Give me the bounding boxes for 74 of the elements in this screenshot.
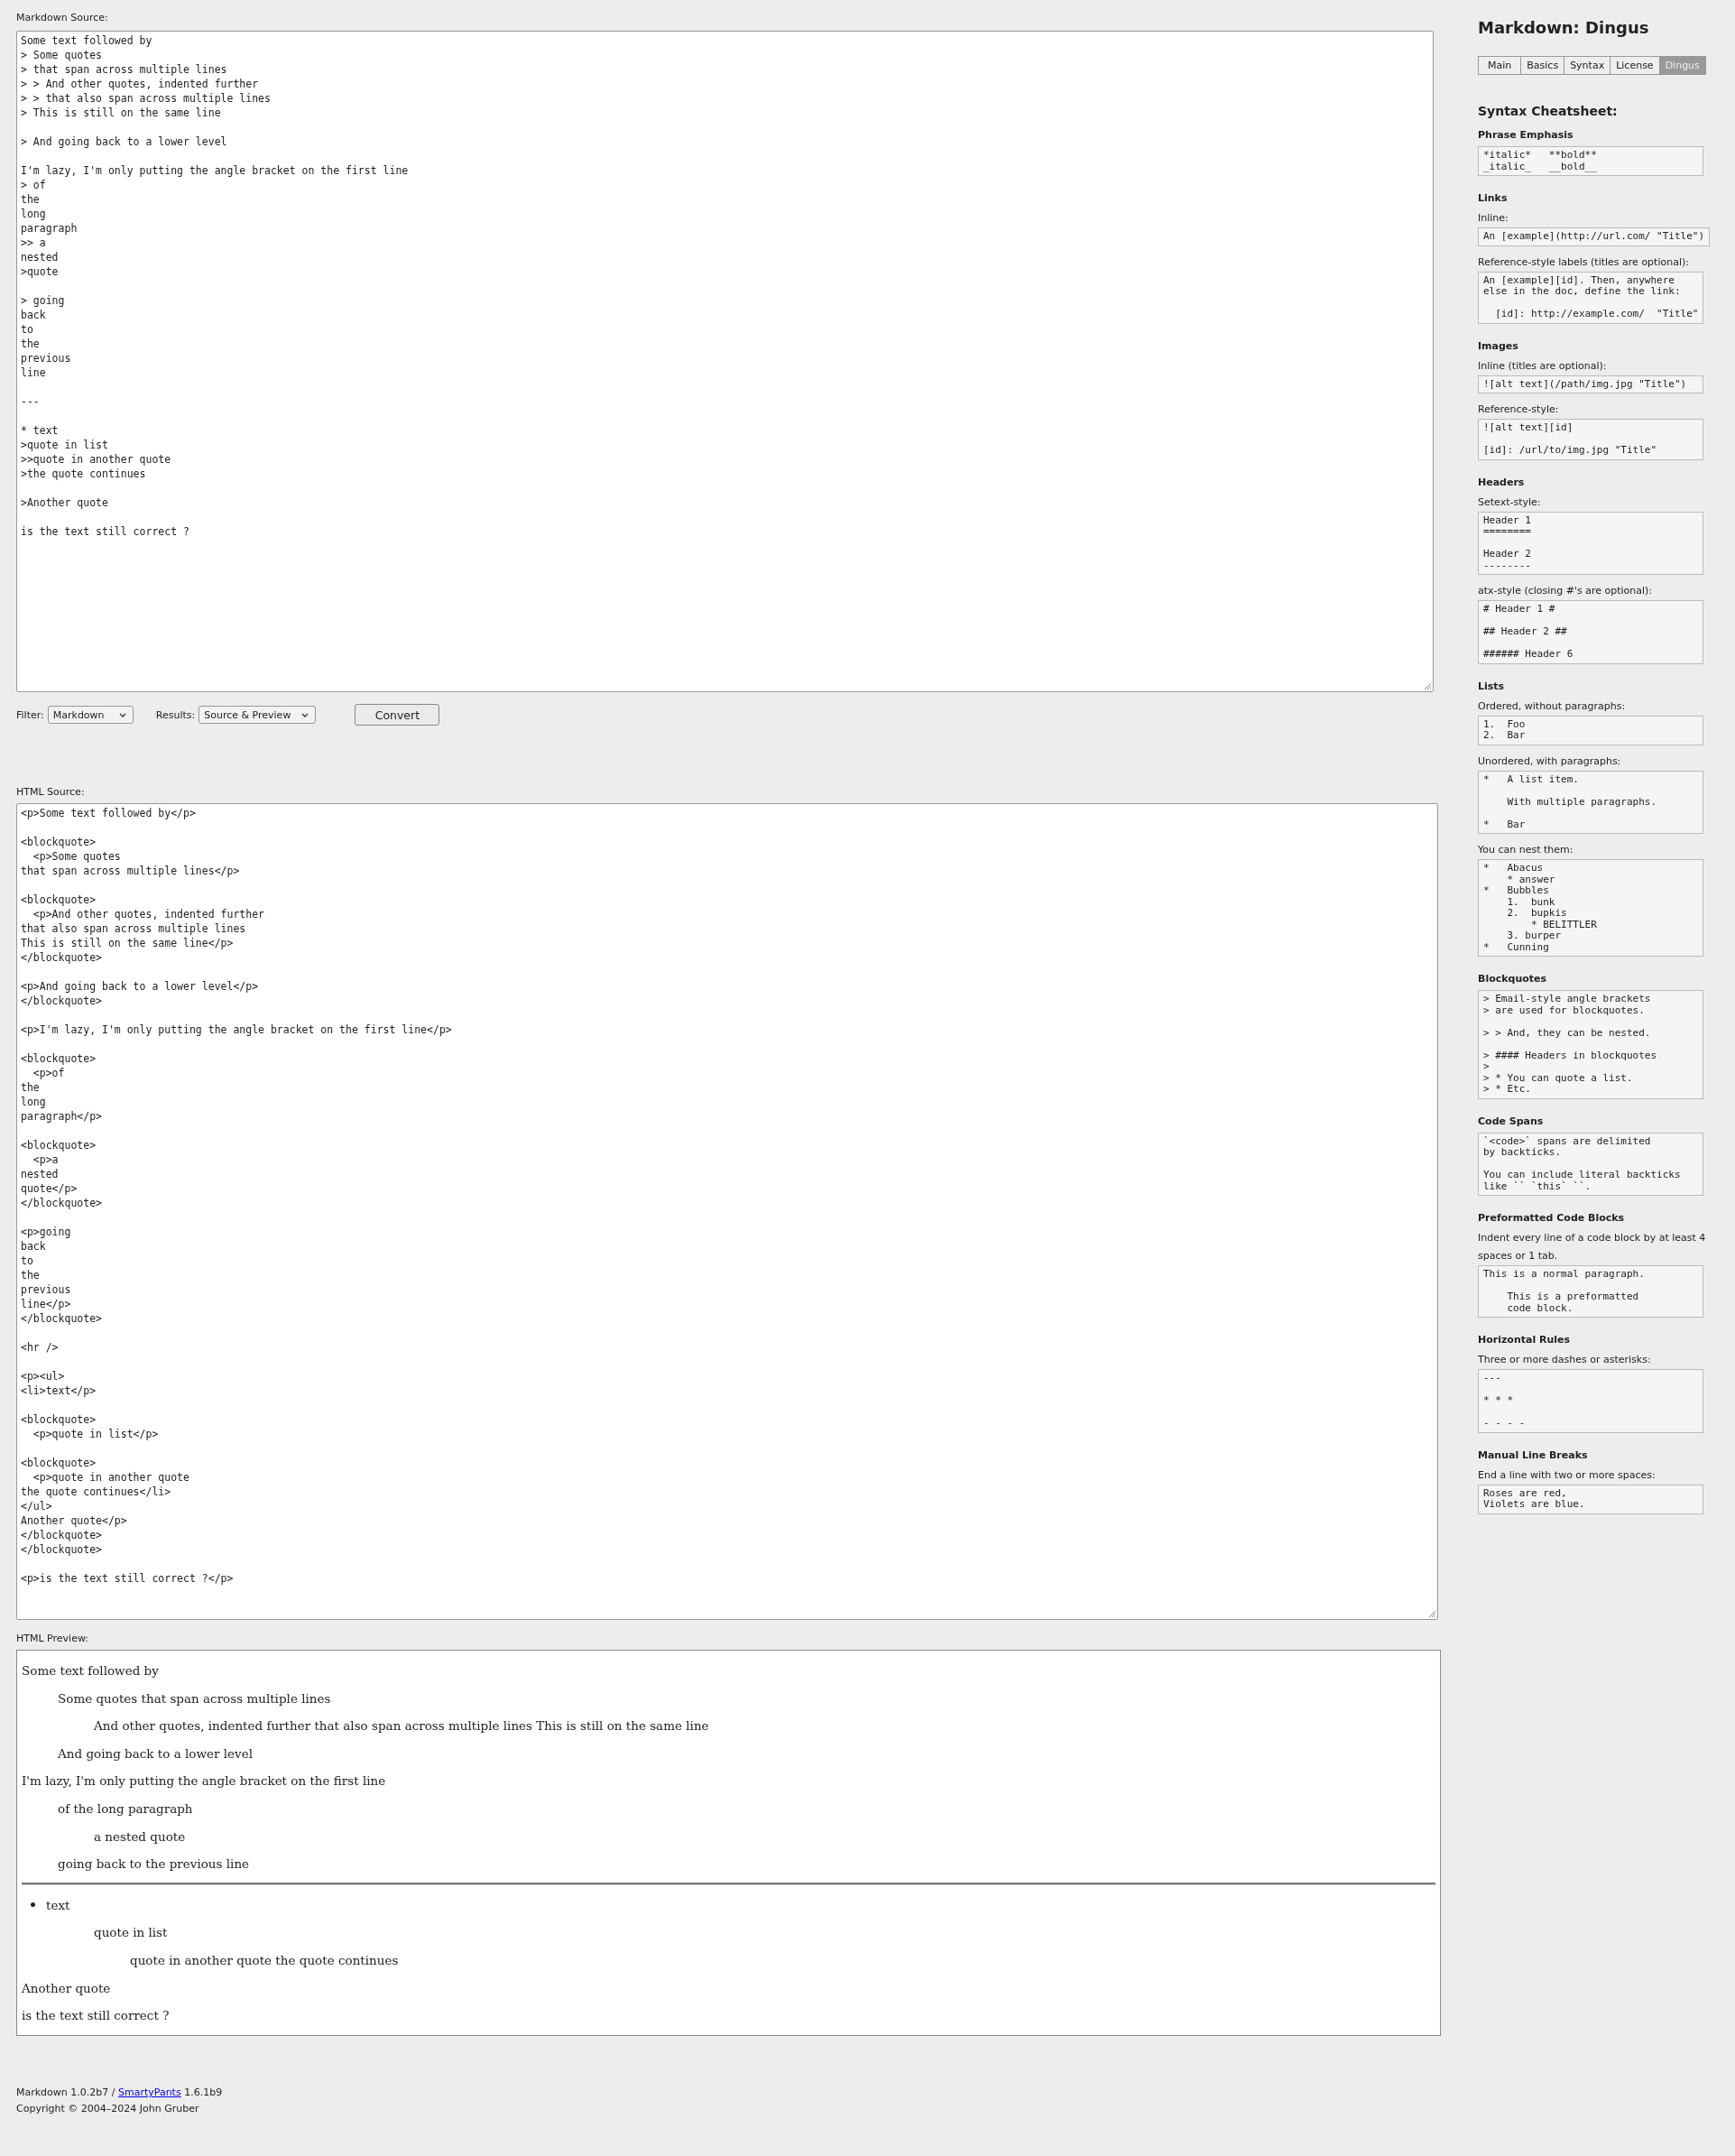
- paragraph: Some quotes that span across multiple lines: [58, 1690, 331, 1706]
- filter-label: Filter:: [16, 708, 44, 721]
- paragraph: Some text followed by: [22, 1663, 159, 1678]
- code-example: An [example](http://url.com/ "Title"): [1478, 227, 1711, 246]
- page-title: Markdown: Dingus: [1478, 18, 1650, 39]
- resize-grip-icon[interactable]: [1424, 682, 1431, 689]
- code-example: * A list item. With multiple paragraphs. * Bar: [1478, 770, 1703, 834]
- smartypants-link[interactable]: SmartyPants: [118, 2087, 181, 2098]
- example-label: Three or more dashes or asterisks:: [1478, 1353, 1652, 1367]
- resize-grip-icon[interactable]: [1428, 1610, 1435, 1617]
- section-heading: Blockquotes: [1478, 973, 1548, 985]
- paragraph: quote in another quote the quote continues: [130, 1952, 399, 1967]
- example-label: atx-style (closing #'s are optional):: [1478, 584, 1654, 598]
- paragraph: going back to the previous line: [58, 1856, 250, 1872]
- code-example: `<code>` spans are delimited by backticks. You can include literal backticks like `` `this` ``.: [1478, 1132, 1703, 1196]
- nav-tab[interactable]: Main: [1478, 56, 1522, 75]
- section-heading: Images: [1478, 339, 1519, 352]
- paragraph: Another quote: [22, 1980, 111, 1995]
- example-label: End a line with two or more spaces:: [1478, 1467, 1657, 1483]
- nav-tab[interactable]: Basics: [1521, 56, 1565, 75]
- code-example: ![alt text][id] [id]: /url/to/img.jpg "Title": [1478, 419, 1703, 460]
- example-label: Inline:: [1478, 211, 1509, 226]
- paragraph: is the text still correct ?: [22, 2008, 170, 2023]
- code-example: 1. Foo 2. Bar: [1478, 715, 1703, 745]
- cheatsheet-heading: Syntax Cheatsheet:: [1478, 104, 1619, 118]
- section-heading: Code Spans: [1478, 1115, 1545, 1127]
- version-line: Markdown 1.0.2b7 / SmartyPants 1.6.1b9: [16, 2086, 224, 2100]
- code-example: *italic* **bold** _italic_ __bold__: [1478, 146, 1703, 176]
- field-label: HTML Source:: [16, 786, 85, 799]
- example-label: Inline (titles are optional):: [1478, 358, 1608, 374]
- example-label: Reference-style labels (titles are optional):: [1478, 254, 1690, 270]
- html-source-text-area[interactable]: <p>Some text followed by</p> <blockquote> <p>Some quotes that span across multiple lines</p> <blockquote> <p>And other quotes, indented further that also span across multiple lines This is still on the same line</p> </blockquote> <p>And going back to a lower level</p> </blockquote> <p>I'm lazy, I'm only putting the angle bracket on the first line</p> <blockquote> <p>of the long paragraph</p> <blockquote> <p>a nested quote</p> </blockquote> <p>going back to the previous line</p> </blockquote> <hr /> <p><ul> <li>text</p> <blockquote> <p>quote in list</p> <blockquote> <p>quote in another quote the quote continues</li> </ul> Another quote</p> </blockquote> </blockquote> <p>is the text still correct ?</p>: [16, 803, 1438, 1620]
- section-heading: Preformatted Code Blocks: [1478, 1212, 1626, 1224]
- convert-button[interactable]: Convert: [355, 704, 440, 726]
- example-label: Reference-style:: [1478, 403, 1560, 417]
- filter-dropdown[interactable]: Markdown: [47, 706, 134, 724]
- results-label: Results:: [155, 708, 196, 721]
- section-heading: Links: [1478, 192, 1509, 204]
- paragraph: quote in list: [94, 1925, 168, 1940]
- markdown-text-area[interactable]: Some text followed by > Some quotes > that span across multiple lines > > And other quotes, indented further > > that also span across multiple lines > This is still on the same line > And going back to a lower level I'm lazy, I'm only putting the angle bracket on the first line > of the long paragraph >> a nested >quote > going back to the previous line --- * text >quote in list >>quote in another quote >the quote continues >Another quote is the text still correct ?: [16, 31, 1434, 692]
- code-example: Header 1 ======== Header 2 --------: [1478, 511, 1703, 575]
- paragraph: I'm lazy, I'm only putting the angle bracket on the first line: [22, 1773, 386, 1789]
- results-dropdown[interactable]: Source & Preview: [198, 706, 317, 724]
- section-heading: Phrase Emphasis: [1478, 129, 1574, 141]
- field-label: HTML Preview:: [16, 1633, 89, 1645]
- code-example: > Email-style angle brackets > are used for blockquotes. > > And, they can be nested. > #### Headers in blockquotes > > * You can quote a list. > * Etc.: [1478, 990, 1703, 1099]
- paragraph: of the long paragraph: [58, 1800, 193, 1816]
- code-example: This is a normal paragraph. This is a preformatted code block.: [1478, 1265, 1703, 1318]
- list-item-text: text: [46, 1897, 70, 1912]
- nav-tab[interactable]: Syntax: [1564, 56, 1611, 75]
- example-label: Setext-style:: [1478, 495, 1542, 510]
- section-heading: Lists: [1478, 680, 1506, 692]
- paragraph: a nested quote: [94, 1828, 186, 1844]
- section-heading: Manual Line Breaks: [1478, 1448, 1589, 1461]
- nav-tab[interactable]: License: [1610, 56, 1660, 75]
- section-heading: Horizontal Rules: [1478, 1334, 1572, 1346]
- code-example: # Header 1 # ## Header 2 ## ###### Header 6: [1478, 600, 1703, 664]
- copyright-text: Copyright © 2004–2024 John Gruber: [16, 2102, 200, 2116]
- code-example: * Abacus * answer * Bubbles 1. bunk 2. bupkis * BELITTLER 3. burper * Cunning: [1478, 859, 1703, 957]
- example-label: Unordered, with paragraphs:: [1478, 754, 1622, 769]
- bullet-icon: [31, 1902, 35, 1908]
- code-example: --- * * * - - - -: [1478, 1369, 1703, 1433]
- code-example: Roses are red, Violets are blue.: [1478, 1484, 1703, 1514]
- paragraph: And going back to a lower level: [58, 1745, 253, 1761]
- example-label: Indent every line of a code block by at least 4 spaces or 1 tab.: [1478, 1231, 1707, 1263]
- field-label: Markdown Source:: [16, 11, 108, 24]
- code-example: An [example][id]. Then, anywhere else in the doc, define the link: [id]: http://example.com/ "Title": [1478, 271, 1704, 324]
- chevron-down-icon: [118, 712, 126, 717]
- paragraph: And other quotes, indented further that also span across multiple lines This is still on the same line: [94, 1718, 709, 1734]
- code-example: ![alt text](/path/img.jpg "Title"): [1478, 375, 1703, 393]
- chevron-down-icon: [301, 712, 309, 717]
- section-heading: Headers: [1478, 476, 1526, 488]
- example-label: You can nest them:: [1478, 843, 1574, 857]
- example-label: Ordered, without paragraphs:: [1478, 699, 1627, 714]
